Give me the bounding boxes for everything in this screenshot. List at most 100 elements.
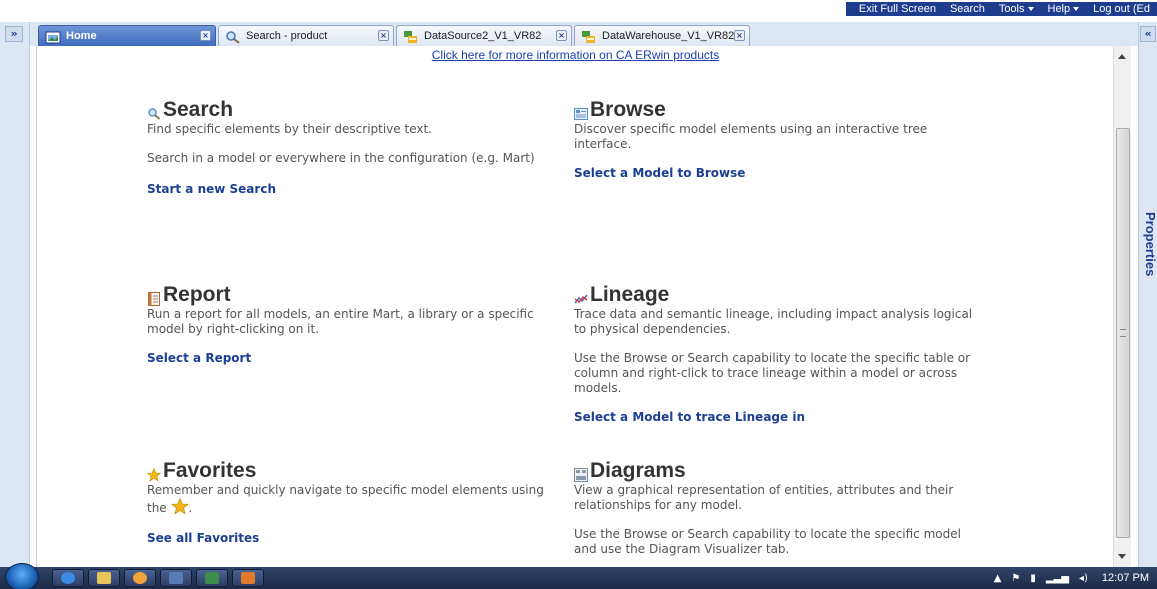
tab-datasource2-label: DataSource2_V1_VR82 — [424, 30, 542, 42]
browse-desc-1: Discover specific model elements using a… — [574, 122, 928, 151]
lineage-title: Lineage — [590, 283, 670, 306]
lineage-heading: Lineage — [574, 283, 984, 307]
see-all-favorites-link[interactable]: See all Favorites — [147, 531, 547, 545]
lineage-section: Lineage Trace data and semantic lineage,… — [574, 283, 984, 424]
erwin-info-link[interactable]: Click here for more information on CA ER… — [37, 48, 1114, 62]
favorites-title: Favorites — [163, 459, 257, 482]
star-icon — [146, 464, 162, 482]
browse-section: Browse Discover specific model elements … — [574, 98, 974, 180]
search-icon — [225, 29, 241, 44]
favorites-heading: Favorites — [146, 459, 547, 483]
volume-icon[interactable]: ◂) — [1079, 573, 1088, 584]
app-icon — [241, 572, 255, 584]
lineage-desc-1: Trace data and semantic lineage, includi… — [574, 307, 973, 336]
star-icon — [170, 497, 189, 519]
search-section: Search Find specific elements by their d… — [147, 98, 537, 196]
select-model-browse-link[interactable]: Select a Model to Browse — [574, 166, 974, 180]
tab-home[interactable]: Home × — [38, 25, 216, 46]
tab-bar: Home × Search - product × DataSource2_V1… — [30, 22, 1138, 46]
taskbar-erwin-button[interactable] — [160, 569, 192, 587]
tab-search-label: Search - product — [246, 30, 328, 42]
report-heading: Report — [147, 283, 537, 307]
top-menu: Exit Full Screen Search Tools Help Log o… — [845, 2, 1157, 16]
taskbar-chrome-button[interactable] — [124, 569, 156, 587]
taskbar-ie-button[interactable] — [52, 569, 84, 587]
search-title: Search — [163, 98, 234, 121]
chevron-down-icon — [1073, 7, 1080, 11]
browser-icon — [133, 572, 147, 584]
right-panel-strip: « Properties — [1138, 22, 1157, 567]
tools-label: Tools — [998, 3, 1025, 15]
close-icon[interactable]: × — [378, 30, 389, 41]
collapse-right-button[interactable]: « — [1140, 26, 1156, 42]
tab-home-label: Home — [66, 30, 97, 42]
report-section: Report Run a report for all models, an e… — [147, 283, 537, 365]
browse-title: Browse — [590, 98, 666, 121]
top-bar: Exit Full Screen Search Tools Help Log o… — [0, 0, 1157, 22]
scroll-up-arrow-icon[interactable] — [1118, 54, 1126, 59]
battery-icon[interactable]: ▮ — [1030, 573, 1036, 584]
clock[interactable]: 12:07 PM — [1102, 572, 1149, 584]
favorites-desc-text: Remember and quickly navigate to specifi… — [147, 483, 544, 515]
app-window: Exit Full Screen Search Tools Help Log o… — [0, 0, 1157, 589]
grip-icon — [1120, 329, 1126, 337]
tab-datasource2[interactable]: DataSource2_V1_VR82 × — [396, 25, 572, 46]
close-icon[interactable]: × — [734, 30, 745, 41]
report-desc-1: Run a report for all models, an entire M… — [147, 307, 534, 336]
close-icon[interactable]: × — [200, 30, 211, 41]
erwin-icon — [169, 572, 183, 584]
browse-heading: Browse — [574, 98, 974, 122]
favorites-section: Favorites Remember and quickly navigate … — [146, 459, 547, 545]
start-button[interactable] — [5, 563, 39, 589]
magnifier-icon — [147, 103, 161, 120]
search-desc-2: Search in a model or everywhere in the c… — [147, 151, 535, 165]
help-label: Help — [1047, 3, 1071, 15]
signal-icon[interactable]: ▂▃▅ — [1046, 573, 1069, 584]
lineage-icon — [574, 288, 588, 304]
diagrams-heading: Diagrams — [574, 459, 974, 483]
search-desc-1: Find specific elements by their descript… — [147, 122, 432, 136]
vertical-scrollbar[interactable] — [1113, 46, 1131, 567]
search-heading: Search — [147, 98, 537, 122]
close-icon[interactable]: × — [556, 30, 567, 41]
scroll-down-arrow-icon[interactable] — [1118, 554, 1126, 559]
expand-left-button[interactable]: » — [5, 26, 23, 42]
report-title: Report — [163, 283, 231, 306]
windows-taskbar: ▲ ⚑ ▮ ▂▃▅ ◂) 12:07 PM — [0, 563, 1157, 589]
taskbar-explorer-button[interactable] — [88, 569, 120, 587]
folder-icon — [97, 572, 111, 584]
home-icon — [45, 29, 61, 44]
search-menu[interactable]: Search — [943, 3, 992, 15]
diagrams-desc-2: Use the Browse or Search capability to l… — [574, 527, 961, 556]
model-icon — [403, 29, 419, 43]
ie-icon — [61, 572, 75, 584]
system-tray: ▲ ⚑ ▮ ▂▃▅ ◂) 12:07 PM — [984, 567, 1157, 589]
taskbar-excel-button[interactable] — [196, 569, 228, 587]
tab-datawarehouse-label: DataWarehouse_V1_VR82 — [602, 30, 735, 42]
excel-icon — [205, 572, 219, 584]
model-icon — [581, 29, 597, 43]
flag-icon[interactable]: ⚑ — [1011, 573, 1020, 584]
logout-link[interactable]: Log out (Ed — [1086, 3, 1157, 15]
tray-expand-icon[interactable]: ▲ — [994, 573, 1002, 584]
exit-full-screen-link[interactable]: Exit Full Screen — [852, 3, 943, 15]
left-panel-strip: » — [0, 22, 30, 567]
diagrams-section: Diagrams View a graphical representation… — [574, 459, 974, 557]
tools-menu[interactable]: Tools — [992, 3, 1041, 15]
browse-icon — [574, 103, 588, 120]
diagrams-title: Diagrams — [590, 459, 686, 482]
taskbar-app-button[interactable] — [232, 569, 264, 587]
scroll-thumb[interactable] — [1116, 128, 1130, 538]
tab-datawarehouse[interactable]: DataWarehouse_V1_VR82 × — [574, 25, 750, 46]
properties-panel-toggle[interactable]: Properties — [1140, 212, 1157, 276]
diagram-icon — [574, 464, 588, 482]
favorites-desc-end: . — [188, 501, 193, 515]
favorites-desc-1: Remember and quickly navigate to specifi… — [147, 483, 547, 519]
tab-search-product[interactable]: Search - product × — [218, 25, 394, 46]
start-new-search-link[interactable]: Start a new Search — [147, 182, 537, 196]
select-report-link[interactable]: Select a Report — [147, 351, 537, 365]
chevron-down-icon — [1027, 7, 1034, 11]
help-menu[interactable]: Help — [1041, 3, 1087, 15]
select-model-lineage-link[interactable]: Select a Model to trace Lineage in — [574, 410, 984, 424]
report-icon — [147, 288, 161, 306]
